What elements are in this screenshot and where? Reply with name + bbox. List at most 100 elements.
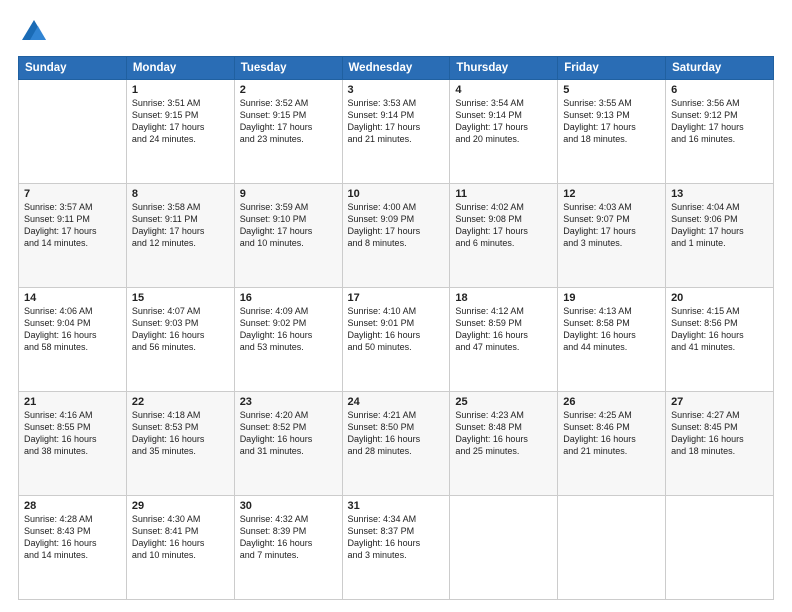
day-info: Sunrise: 3:57 AM Sunset: 9:11 PM Dayligh…	[24, 201, 121, 250]
day-number: 13	[671, 188, 768, 200]
day-cell: 8Sunrise: 3:58 AM Sunset: 9:11 PM Daylig…	[126, 184, 234, 288]
day-cell: 3Sunrise: 3:53 AM Sunset: 9:14 PM Daylig…	[342, 80, 450, 184]
day-info: Sunrise: 4:28 AM Sunset: 8:43 PM Dayligh…	[24, 513, 121, 562]
day-info: Sunrise: 4:16 AM Sunset: 8:55 PM Dayligh…	[24, 409, 121, 458]
day-number: 18	[455, 292, 552, 304]
day-info: Sunrise: 4:30 AM Sunset: 8:41 PM Dayligh…	[132, 513, 229, 562]
day-cell: 28Sunrise: 4:28 AM Sunset: 8:43 PM Dayli…	[19, 496, 127, 600]
header	[18, 18, 774, 46]
day-cell: 4Sunrise: 3:54 AM Sunset: 9:14 PM Daylig…	[450, 80, 558, 184]
day-number: 26	[563, 396, 660, 408]
day-cell	[19, 80, 127, 184]
header-day-monday: Monday	[126, 57, 234, 80]
day-cell: 30Sunrise: 4:32 AM Sunset: 8:39 PM Dayli…	[234, 496, 342, 600]
day-number: 30	[240, 500, 337, 512]
day-number: 8	[132, 188, 229, 200]
day-info: Sunrise: 4:23 AM Sunset: 8:48 PM Dayligh…	[455, 409, 552, 458]
day-number: 23	[240, 396, 337, 408]
day-number: 5	[563, 84, 660, 96]
logo-icon	[20, 18, 48, 46]
day-number: 6	[671, 84, 768, 96]
day-info: Sunrise: 4:03 AM Sunset: 9:07 PM Dayligh…	[563, 201, 660, 250]
day-info: Sunrise: 4:00 AM Sunset: 9:09 PM Dayligh…	[348, 201, 445, 250]
day-cell: 5Sunrise: 3:55 AM Sunset: 9:13 PM Daylig…	[558, 80, 666, 184]
header-day-friday: Friday	[558, 57, 666, 80]
week-row-5: 28Sunrise: 4:28 AM Sunset: 8:43 PM Dayli…	[19, 496, 774, 600]
day-cell	[450, 496, 558, 600]
day-cell: 27Sunrise: 4:27 AM Sunset: 8:45 PM Dayli…	[666, 392, 774, 496]
day-number: 7	[24, 188, 121, 200]
day-info: Sunrise: 4:32 AM Sunset: 8:39 PM Dayligh…	[240, 513, 337, 562]
header-day-sunday: Sunday	[19, 57, 127, 80]
day-cell: 21Sunrise: 4:16 AM Sunset: 8:55 PM Dayli…	[19, 392, 127, 496]
day-info: Sunrise: 3:52 AM Sunset: 9:15 PM Dayligh…	[240, 97, 337, 146]
day-cell: 2Sunrise: 3:52 AM Sunset: 9:15 PM Daylig…	[234, 80, 342, 184]
day-cell: 24Sunrise: 4:21 AM Sunset: 8:50 PM Dayli…	[342, 392, 450, 496]
day-cell: 6Sunrise: 3:56 AM Sunset: 9:12 PM Daylig…	[666, 80, 774, 184]
day-info: Sunrise: 3:59 AM Sunset: 9:10 PM Dayligh…	[240, 201, 337, 250]
header-day-wednesday: Wednesday	[342, 57, 450, 80]
day-cell: 15Sunrise: 4:07 AM Sunset: 9:03 PM Dayli…	[126, 288, 234, 392]
day-number: 14	[24, 292, 121, 304]
day-number: 28	[24, 500, 121, 512]
day-info: Sunrise: 4:07 AM Sunset: 9:03 PM Dayligh…	[132, 305, 229, 354]
day-cell: 12Sunrise: 4:03 AM Sunset: 9:07 PM Dayli…	[558, 184, 666, 288]
day-cell: 9Sunrise: 3:59 AM Sunset: 9:10 PM Daylig…	[234, 184, 342, 288]
day-cell	[666, 496, 774, 600]
day-cell: 20Sunrise: 4:15 AM Sunset: 8:56 PM Dayli…	[666, 288, 774, 392]
day-number: 2	[240, 84, 337, 96]
day-cell: 25Sunrise: 4:23 AM Sunset: 8:48 PM Dayli…	[450, 392, 558, 496]
day-info: Sunrise: 4:25 AM Sunset: 8:46 PM Dayligh…	[563, 409, 660, 458]
logo	[18, 18, 48, 46]
header-day-thursday: Thursday	[450, 57, 558, 80]
calendar-table: SundayMondayTuesdayWednesdayThursdayFrid…	[18, 56, 774, 600]
day-info: Sunrise: 3:56 AM Sunset: 9:12 PM Dayligh…	[671, 97, 768, 146]
header-day-tuesday: Tuesday	[234, 57, 342, 80]
day-info: Sunrise: 4:02 AM Sunset: 9:08 PM Dayligh…	[455, 201, 552, 250]
day-number: 17	[348, 292, 445, 304]
day-number: 9	[240, 188, 337, 200]
day-cell: 7Sunrise: 3:57 AM Sunset: 9:11 PM Daylig…	[19, 184, 127, 288]
day-number: 10	[348, 188, 445, 200]
day-info: Sunrise: 4:27 AM Sunset: 8:45 PM Dayligh…	[671, 409, 768, 458]
day-info: Sunrise: 3:54 AM Sunset: 9:14 PM Dayligh…	[455, 97, 552, 146]
day-info: Sunrise: 4:21 AM Sunset: 8:50 PM Dayligh…	[348, 409, 445, 458]
day-number: 15	[132, 292, 229, 304]
day-cell: 16Sunrise: 4:09 AM Sunset: 9:02 PM Dayli…	[234, 288, 342, 392]
day-info: Sunrise: 4:20 AM Sunset: 8:52 PM Dayligh…	[240, 409, 337, 458]
calendar-page: SundayMondayTuesdayWednesdayThursdayFrid…	[0, 0, 792, 612]
day-cell: 10Sunrise: 4:00 AM Sunset: 9:09 PM Dayli…	[342, 184, 450, 288]
day-number: 27	[671, 396, 768, 408]
day-cell: 1Sunrise: 3:51 AM Sunset: 9:15 PM Daylig…	[126, 80, 234, 184]
day-cell: 18Sunrise: 4:12 AM Sunset: 8:59 PM Dayli…	[450, 288, 558, 392]
day-number: 24	[348, 396, 445, 408]
day-cell: 14Sunrise: 4:06 AM Sunset: 9:04 PM Dayli…	[19, 288, 127, 392]
day-info: Sunrise: 4:34 AM Sunset: 8:37 PM Dayligh…	[348, 513, 445, 562]
day-cell: 17Sunrise: 4:10 AM Sunset: 9:01 PM Dayli…	[342, 288, 450, 392]
day-info: Sunrise: 3:53 AM Sunset: 9:14 PM Dayligh…	[348, 97, 445, 146]
day-number: 12	[563, 188, 660, 200]
day-cell: 31Sunrise: 4:34 AM Sunset: 8:37 PM Dayli…	[342, 496, 450, 600]
day-info: Sunrise: 3:58 AM Sunset: 9:11 PM Dayligh…	[132, 201, 229, 250]
day-info: Sunrise: 4:18 AM Sunset: 8:53 PM Dayligh…	[132, 409, 229, 458]
day-info: Sunrise: 4:06 AM Sunset: 9:04 PM Dayligh…	[24, 305, 121, 354]
day-number: 20	[671, 292, 768, 304]
header-row: SundayMondayTuesdayWednesdayThursdayFrid…	[19, 57, 774, 80]
day-cell: 29Sunrise: 4:30 AM Sunset: 8:41 PM Dayli…	[126, 496, 234, 600]
day-info: Sunrise: 4:13 AM Sunset: 8:58 PM Dayligh…	[563, 305, 660, 354]
day-info: Sunrise: 4:10 AM Sunset: 9:01 PM Dayligh…	[348, 305, 445, 354]
day-number: 16	[240, 292, 337, 304]
week-row-2: 7Sunrise: 3:57 AM Sunset: 9:11 PM Daylig…	[19, 184, 774, 288]
day-number: 25	[455, 396, 552, 408]
day-number: 1	[132, 84, 229, 96]
day-cell: 11Sunrise: 4:02 AM Sunset: 9:08 PM Dayli…	[450, 184, 558, 288]
day-cell: 23Sunrise: 4:20 AM Sunset: 8:52 PM Dayli…	[234, 392, 342, 496]
week-row-1: 1Sunrise: 3:51 AM Sunset: 9:15 PM Daylig…	[19, 80, 774, 184]
day-info: Sunrise: 4:12 AM Sunset: 8:59 PM Dayligh…	[455, 305, 552, 354]
day-number: 3	[348, 84, 445, 96]
day-info: Sunrise: 4:09 AM Sunset: 9:02 PM Dayligh…	[240, 305, 337, 354]
day-info: Sunrise: 3:55 AM Sunset: 9:13 PM Dayligh…	[563, 97, 660, 146]
day-info: Sunrise: 4:15 AM Sunset: 8:56 PM Dayligh…	[671, 305, 768, 354]
header-day-saturday: Saturday	[666, 57, 774, 80]
day-cell: 19Sunrise: 4:13 AM Sunset: 8:58 PM Dayli…	[558, 288, 666, 392]
